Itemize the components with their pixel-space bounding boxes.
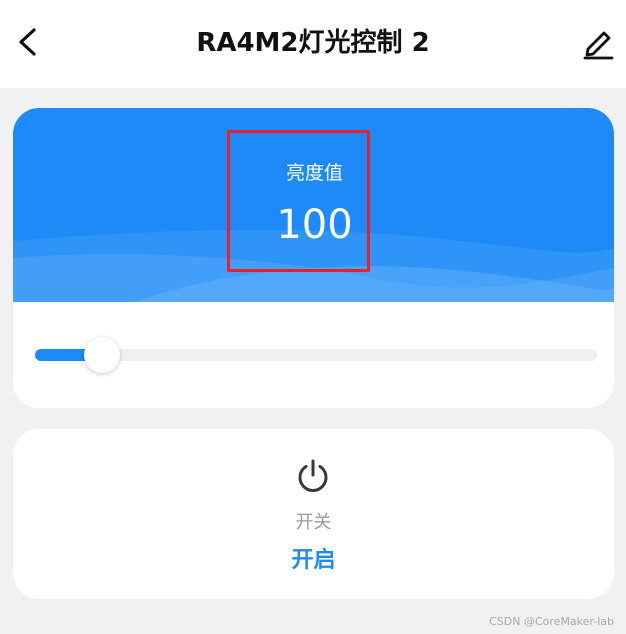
switch-label: 开关	[295, 512, 332, 533]
power-icon	[298, 459, 328, 492]
brightness-banner: 亮度值 100	[13, 108, 614, 302]
slider-thumb[interactable]	[84, 337, 120, 373]
highlight-box	[227, 130, 370, 272]
switch-card: 开关 开启	[13, 429, 614, 599]
edit-button[interactable]	[578, 22, 618, 62]
switch-state[interactable]: 开启	[13, 542, 614, 574]
power-button[interactable]	[294, 457, 332, 495]
brightness-card: 亮度值 100	[13, 108, 614, 408]
watermark: CSDN @CoreMaker-lab	[489, 615, 614, 628]
top-bar: RA4M2灯光控制 2	[0, 0, 626, 88]
page-title: RA4M2灯光控制 2	[196, 28, 430, 58]
brightness-slider[interactable]	[35, 337, 597, 373]
pencil-icon	[583, 31, 614, 60]
